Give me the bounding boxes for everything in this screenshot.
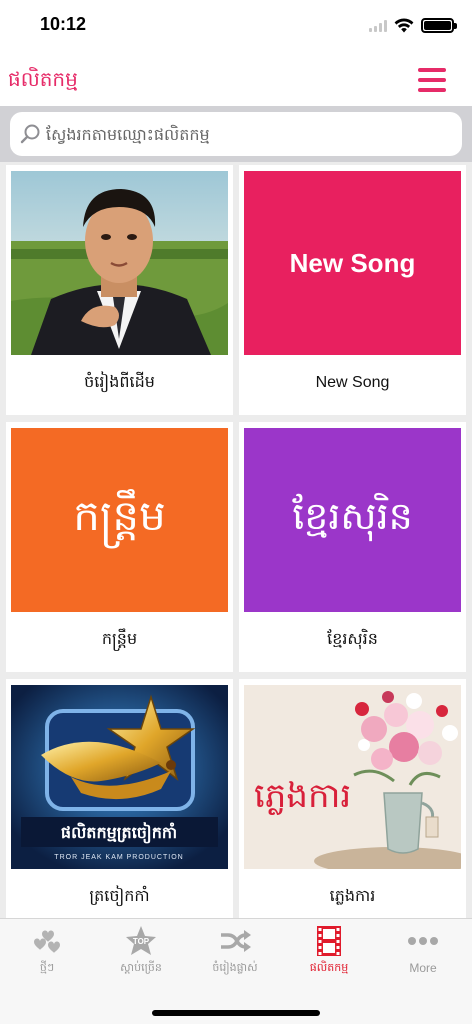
status-bar: 10:12 [0, 0, 472, 54]
grid-item-kantrem[interactable]: កន្រ្តឹម កន្រ្តឹម [6, 422, 233, 672]
grid-item-khmer-surin[interactable]: ខ្មែរសុរិន ខ្មែរសុរិន [239, 422, 466, 672]
tab-bar: ថ្មីៗ TOP ស្តាប់ច្រើន ចំរៀងផ្លាស់ ផលិតកម… [0, 918, 472, 1024]
page-title: ផលិតកម្ម [8, 67, 78, 91]
more-dots-icon [408, 937, 438, 945]
tab-production[interactable]: ផលិតកម្ម [282, 925, 376, 983]
tab-label: ថ្មីៗ [39, 961, 55, 974]
logo-text: ផលិតកម្មត្រចៀកកាំ [61, 822, 177, 844]
hamburger-menu-icon[interactable] [418, 68, 446, 92]
search-input[interactable] [46, 112, 462, 156]
shuffle-icon [221, 930, 251, 952]
search-box[interactable] [10, 112, 462, 156]
cellular-signal-icon [369, 19, 387, 32]
tab-label: ចំរៀងផ្លាស់ [212, 961, 258, 974]
grid-item-tror-jeak-kam[interactable]: ផលិតកម្មត្រចៀកកាំ TROR JEAK KAM PRODUCTI… [6, 679, 233, 918]
grid-item-label: ត្រចៀកកាំ [89, 886, 150, 905]
tab-label: ស្តាប់ច្រើន [120, 961, 162, 974]
khmer-surin-tile: ខ្មែរសុរិន [244, 428, 461, 612]
tab-shuffle-songs[interactable]: ចំរៀងផ្លាស់ [188, 925, 282, 983]
tror-jeak-kam-logo-image: ផលិតកម្មត្រចៀកកាំ TROR JEAK KAM PRODUCTI… [11, 685, 228, 869]
new-song-tile: New Song [244, 171, 461, 355]
grid-item-label: ចំរៀងពីដើម [84, 372, 155, 391]
nav-bar: ផលិតកម្ម [0, 54, 472, 106]
hearts-icon [34, 930, 60, 953]
tile-text: ខ្មែរសុរិន [292, 494, 413, 538]
search-area [0, 106, 472, 162]
tile-text: New Song [289, 247, 416, 278]
tab-most-played[interactable]: TOP ស្តាប់ច្រើន [94, 925, 188, 983]
tab-more[interactable]: More [376, 925, 470, 983]
grid-item-label: កន្រ្តឹម [101, 629, 138, 648]
grid-item-classic-songs[interactable]: ចំរៀងពីដើម [6, 165, 233, 415]
search-icon [20, 124, 40, 144]
tab-new[interactable]: ថ្មីៗ [0, 925, 94, 983]
logo-subtext: TROR JEAK KAM PRODUCTION [54, 854, 183, 861]
grid-item-label: ខ្មែរសុរិន [327, 629, 378, 648]
grid-item-new-song[interactable]: New Song New Song [239, 165, 466, 415]
flower-vase-image: ភ្លេងការ [244, 685, 461, 869]
status-time: 10:12 [40, 14, 87, 34]
production-grid: ចំរៀងពីដើម New Song New Song កន្រ្តឹម កន… [0, 162, 472, 918]
grid-item-wedding-music[interactable]: ភ្លេងការ ភ្លេងការ [239, 679, 466, 918]
svg-text:TOP: TOP [133, 937, 150, 946]
film-strip-icon [317, 926, 341, 956]
battery-icon [421, 18, 457, 33]
singer-portrait-image [11, 171, 228, 355]
tab-label: ផលិតកម្ម [309, 961, 349, 974]
kantrem-tile: កន្រ្តឹម [11, 428, 228, 612]
tile-text: កន្រ្តឹម [73, 491, 166, 540]
status-icons [369, 18, 457, 33]
wifi-icon [394, 18, 414, 33]
top-star-icon: TOP [126, 926, 156, 955]
grid-item-label: New Song [315, 374, 390, 391]
overlay-text: ភ្លេងការ [254, 776, 351, 816]
home-indicator [152, 1010, 320, 1016]
tab-label: More [409, 961, 437, 975]
grid-item-label: ភ្លេងការ [329, 886, 376, 905]
